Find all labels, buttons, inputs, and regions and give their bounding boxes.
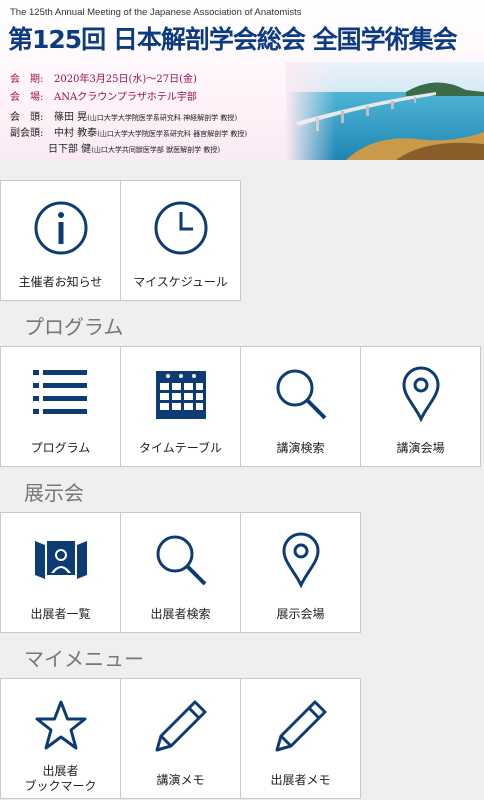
exhibitor-search-label: 出展者検索 bbox=[150, 607, 211, 621]
vice-president-name-2: 日下部 健 bbox=[48, 144, 92, 155]
period-value: 2020年3月25日(水)～27日(金) bbox=[54, 74, 197, 85]
vice-president-line-2: 日下部 健(山口大学共同獣医学部 獣医解剖学 教授) bbox=[48, 140, 220, 155]
pencil-icon bbox=[241, 691, 360, 761]
banner-title: 第125回 日本解剖学会総会 全国学術集会 bbox=[8, 25, 458, 54]
lecture-venue-tile[interactable]: 講演会場 bbox=[360, 346, 481, 467]
search-icon bbox=[241, 359, 360, 429]
organizer-news-label: 主催者お知らせ bbox=[18, 275, 103, 289]
map-pin-icon bbox=[361, 359, 480, 429]
exhibition-venue-tile[interactable]: 展示会場 bbox=[240, 512, 361, 633]
vice-president-line: 副会頭: 中村 教泰(山口大学大学院医学系研究科 器官解剖学 教授) bbox=[10, 124, 247, 139]
lecture-search-tile[interactable]: 講演検索 bbox=[240, 346, 361, 467]
exhibition-venue-label: 展示会場 bbox=[276, 607, 325, 621]
program-label: プログラム bbox=[30, 441, 91, 455]
search-icon bbox=[121, 525, 240, 595]
timetable-tile[interactable]: タイムテーブル bbox=[120, 346, 241, 467]
exhibit-tiles-row: 出展者一覧 出展者検索 展示会場 bbox=[0, 512, 484, 633]
timetable-label: タイムテーブル bbox=[138, 441, 223, 455]
period-line: 会 期: 2020年3月25日(水)～27日(金) bbox=[10, 70, 197, 85]
vice-president-label: 副会頭: bbox=[10, 128, 44, 139]
president-name: 篠田 晃 bbox=[54, 112, 88, 123]
exhibitor-bookmark-tile[interactable]: 出展者 ブックマーク bbox=[0, 678, 121, 799]
period-label: 会 期: bbox=[10, 74, 44, 85]
lecture-memo-label: 講演メモ bbox=[156, 773, 205, 787]
program-section-heading: プログラム bbox=[24, 315, 124, 339]
program-tile[interactable]: プログラム bbox=[0, 346, 121, 467]
lecture-search-label: 講演検索 bbox=[276, 441, 325, 455]
mymenu-section-heading: マイメニュー bbox=[24, 647, 144, 671]
exhibition-section-heading: 展示会 bbox=[24, 481, 84, 505]
bridge-photo bbox=[286, 62, 484, 160]
map-pin-icon bbox=[241, 525, 360, 595]
lecture-memo-tile[interactable]: 講演メモ bbox=[120, 678, 241, 799]
mymenu-tiles-row: 出展者 ブックマーク 講演メモ 出展者メモ bbox=[0, 678, 484, 799]
list-icon bbox=[1, 359, 120, 429]
president-line: 会 頭: 篠田 晃(山口大学大学院医学系研究科 神経解剖学 教授) bbox=[10, 108, 237, 123]
exhibitor-memo-tile[interactable]: 出展者メモ bbox=[240, 678, 361, 799]
info-icon bbox=[1, 193, 120, 263]
calendar-icon bbox=[121, 359, 240, 429]
my-schedule-tile[interactable]: マイスケジュール bbox=[120, 180, 241, 301]
president-label: 会 頭: bbox=[10, 112, 44, 123]
venue-value: ANAクラウンプラザホテル宇部 bbox=[54, 92, 197, 103]
exhibitor-search-tile[interactable]: 出展者検索 bbox=[120, 512, 241, 633]
venue-label: 会 場: bbox=[10, 92, 44, 103]
top-tiles-row: 主催者お知らせ マイスケジュール bbox=[0, 180, 484, 301]
organizer-news-tile[interactable]: 主催者お知らせ bbox=[0, 180, 121, 301]
president-affiliation: (山口大学大学院医学系研究科 神経解剖学 教授) bbox=[87, 114, 238, 122]
lecture-venue-label: 講演会場 bbox=[396, 441, 445, 455]
exhibitor-list-label: 出展者一覧 bbox=[30, 607, 91, 621]
exhibitor-memo-label: 出展者メモ bbox=[270, 773, 331, 787]
banner-subtitle: The 125th Annual Meeting of the Japanese… bbox=[10, 7, 302, 18]
pencil-icon bbox=[121, 691, 240, 761]
vice-president-name-1: 中村 教泰 bbox=[54, 128, 98, 139]
vice-president-affiliation-1: (山口大学大学院医学系研究科 器官解剖学 教授) bbox=[97, 130, 248, 138]
star-icon bbox=[1, 691, 120, 761]
clock-icon bbox=[121, 193, 240, 263]
my-schedule-label: マイスケジュール bbox=[133, 275, 228, 289]
exhibitor-list-tile[interactable]: 出展者一覧 bbox=[0, 512, 121, 633]
exhibitor-bookmark-label: 出展者 ブックマーク bbox=[24, 764, 97, 793]
conference-banner: The 125th Annual Meeting of the Japanese… bbox=[0, 0, 484, 160]
program-tiles-row: プログラム タイムテーブル 講演検索 講演会場 bbox=[0, 346, 484, 467]
exhibitor-booth-icon bbox=[1, 525, 120, 595]
vice-president-affiliation-2: (山口大学共同獣医学部 獣医解剖学 教授) bbox=[91, 146, 221, 154]
venue-line: 会 場: ANAクラウンプラザホテル宇部 bbox=[10, 88, 197, 103]
